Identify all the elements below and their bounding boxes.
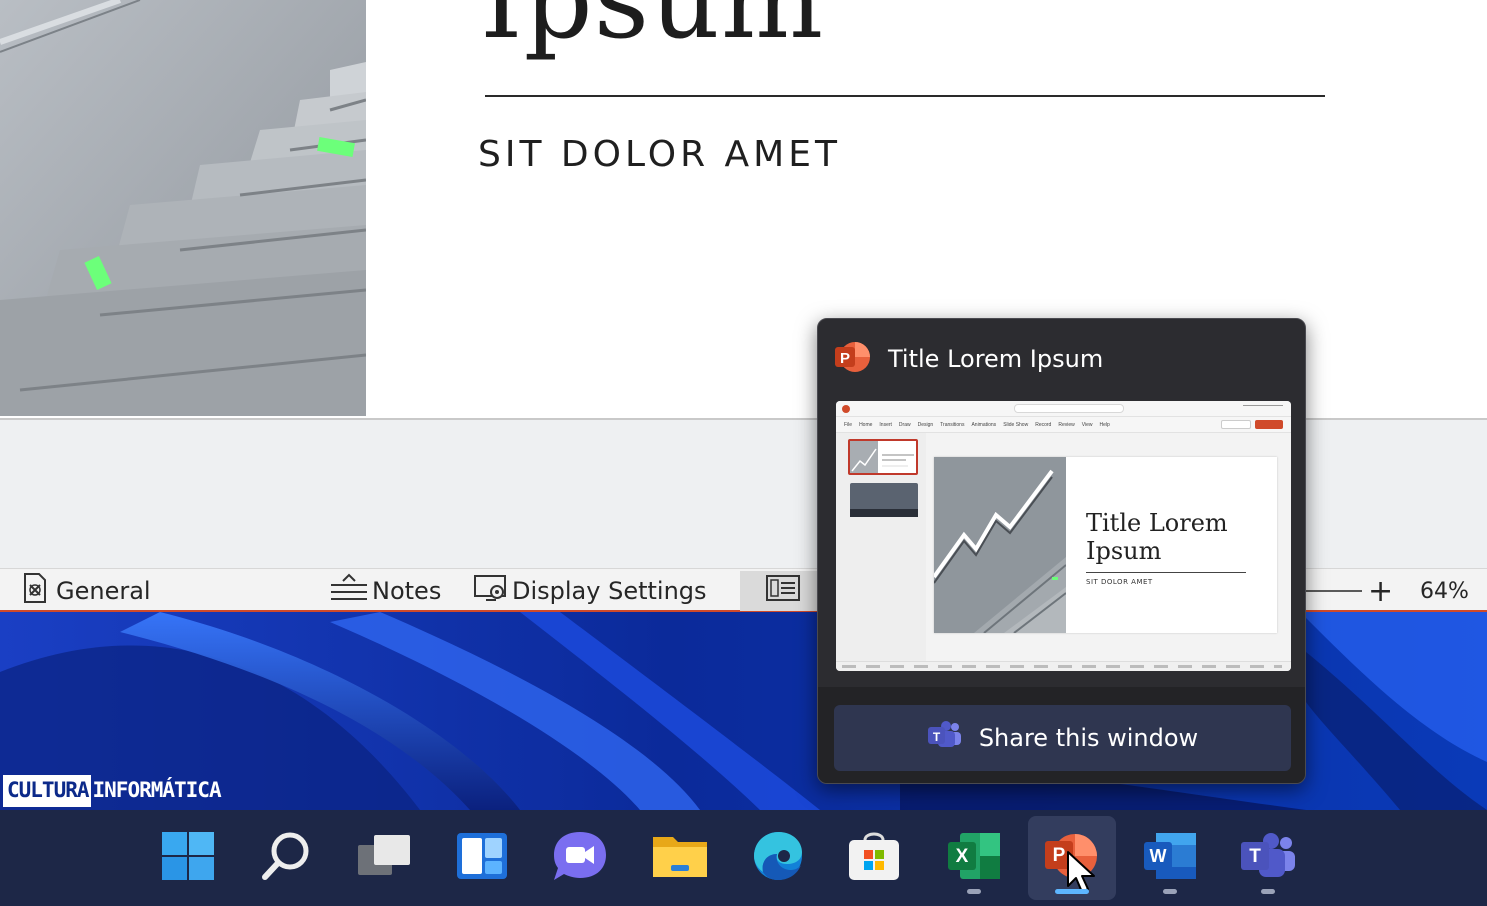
slide-staircase-image	[0, 0, 366, 416]
taskbar-start-button[interactable]	[144, 816, 232, 900]
running-indicator	[1261, 889, 1275, 894]
taskbar: X P W T	[0, 810, 1487, 906]
general-label: General	[56, 577, 151, 605]
share-this-window-label: Share this window	[978, 724, 1199, 752]
chat-icon	[552, 830, 608, 886]
slide-title[interactable]: Ipsum	[480, 0, 824, 63]
taskbar-store-button[interactable]	[830, 816, 918, 900]
slide-subtitle[interactable]: SIT DOLOR AMET	[478, 134, 841, 175]
thumb-menu-item: View	[1081, 422, 1093, 428]
thumb-ribbon: File Home Insert Draw Design Transitions Anima…	[836, 417, 1291, 433]
teams-icon: T	[1239, 831, 1297, 885]
display-settings-icon	[474, 573, 508, 609]
thumb-menu-item: Slide Show	[1003, 422, 1029, 428]
thumb-record-button	[1221, 420, 1251, 429]
thumb-slide-1	[848, 439, 918, 475]
sensitivity-label-icon	[22, 573, 48, 609]
taskbar-task-view-button[interactable]	[340, 816, 428, 900]
svg-text:W: W	[1150, 846, 1167, 866]
taskbar-teams-button[interactable]: T	[1224, 816, 1312, 900]
thumb-share-button	[1255, 420, 1283, 429]
display-settings-button[interactable]: Display Settings	[474, 574, 707, 608]
thumb-menu-item: Review	[1058, 422, 1075, 428]
taskbar-widgets-button[interactable]	[438, 816, 526, 900]
normal-view-button[interactable]	[740, 571, 820, 611]
thumb-slide-2	[850, 483, 918, 517]
thumb-menu-item: Transitions	[940, 422, 965, 428]
notes-icon	[330, 573, 368, 609]
thumb-menu-item: Animations	[971, 422, 997, 428]
thumb-slide-title-line2: Ipsum	[1086, 537, 1162, 565]
svg-text:T: T	[933, 730, 941, 744]
windows-logo-icon	[161, 831, 215, 885]
taskbar-word-button[interactable]: W	[1126, 816, 1214, 900]
display-settings-label: Display Settings	[512, 577, 707, 605]
widgets-icon	[455, 831, 509, 885]
thumb-menu-item: Draw	[898, 422, 911, 428]
window-thumbnail[interactable]: File Home Insert Draw Design Transitions Anima…	[836, 401, 1291, 671]
running-indicator	[1163, 889, 1177, 894]
teams-icon: T	[927, 720, 963, 756]
folder-icon	[651, 831, 709, 885]
running-indicator	[967, 889, 981, 894]
thumb-window-controls	[1243, 405, 1283, 411]
svg-text:X: X	[956, 846, 969, 867]
watermark-left: CULTURA	[3, 775, 91, 807]
taskbar-window-preview: P Title Lorem Ipsum File Home Insert Draw De…	[817, 318, 1306, 784]
preview-footer: T Share this window	[818, 687, 1305, 783]
sensitivity-general-button[interactable]: General	[22, 573, 151, 609]
taskbar-file-explorer-button[interactable]	[636, 816, 724, 900]
watermark-logo: CULTURA INFORMÁTICA	[3, 775, 223, 807]
word-icon: W	[1142, 831, 1198, 885]
thumb-slide-divider	[1086, 572, 1246, 573]
thumb-app-icon	[842, 405, 850, 413]
preview-window-title: Title Lorem Ipsum	[888, 345, 1104, 373]
edge-icon	[751, 830, 805, 886]
thumb-slides-pane	[836, 433, 926, 661]
thumb-menu-item: Record	[1035, 422, 1052, 428]
store-icon	[847, 830, 901, 886]
active-indicator	[1055, 889, 1089, 894]
taskbar-edge-button[interactable]	[734, 816, 822, 900]
normal-view-icon	[766, 574, 800, 608]
watermark-right: INFORMÁTICA	[92, 778, 222, 802]
slide-divider-line	[485, 95, 1325, 97]
svg-text:P: P	[1053, 845, 1066, 866]
preview-header: P Title Lorem Ipsum	[818, 319, 1305, 399]
zoom-slider[interactable]	[1300, 590, 1362, 592]
thumb-slide-title-line1: Title Lorem	[1086, 509, 1228, 537]
thumb-slide-subtitle: SIT DOLOR AMET	[1086, 578, 1153, 586]
thumb-titlebar	[836, 401, 1291, 417]
taskbar-search-button[interactable]	[242, 816, 330, 900]
thumb-statusbar	[836, 661, 1291, 671]
search-icon	[259, 831, 313, 885]
thumb-search-box	[1014, 404, 1124, 413]
excel-icon: X	[946, 831, 1002, 885]
svg-text:T: T	[1249, 846, 1261, 867]
notes-button[interactable]: Notes	[330, 573, 442, 609]
zoom-in-button[interactable]: +	[1368, 574, 1393, 609]
powerpoint-icon: P	[834, 340, 872, 378]
task-view-icon	[356, 831, 412, 885]
share-this-window-button[interactable]: T Share this window	[834, 705, 1291, 771]
notes-label: Notes	[372, 577, 442, 605]
thumb-menu-item: Insert	[879, 422, 892, 428]
thumb-menu: File Home Insert Draw Design Transitions Anima…	[844, 422, 1110, 428]
thumb-slide-canvas: Title Lorem Ipsum SIT DOLOR AMET	[934, 457, 1277, 633]
zoom-level[interactable]: 64%	[1420, 574, 1469, 608]
thumb-menu-item: Design	[917, 422, 934, 428]
thumb-menu-item: Help	[1099, 422, 1110, 428]
taskbar-powerpoint-button[interactable]: P	[1028, 816, 1116, 900]
thumb-menu-item: File	[844, 422, 853, 428]
svg-text:P: P	[840, 350, 850, 367]
thumb-menu-item: Home	[859, 422, 873, 428]
taskbar-chat-button[interactable]	[536, 816, 624, 900]
taskbar-excel-button[interactable]: X	[930, 816, 1018, 900]
